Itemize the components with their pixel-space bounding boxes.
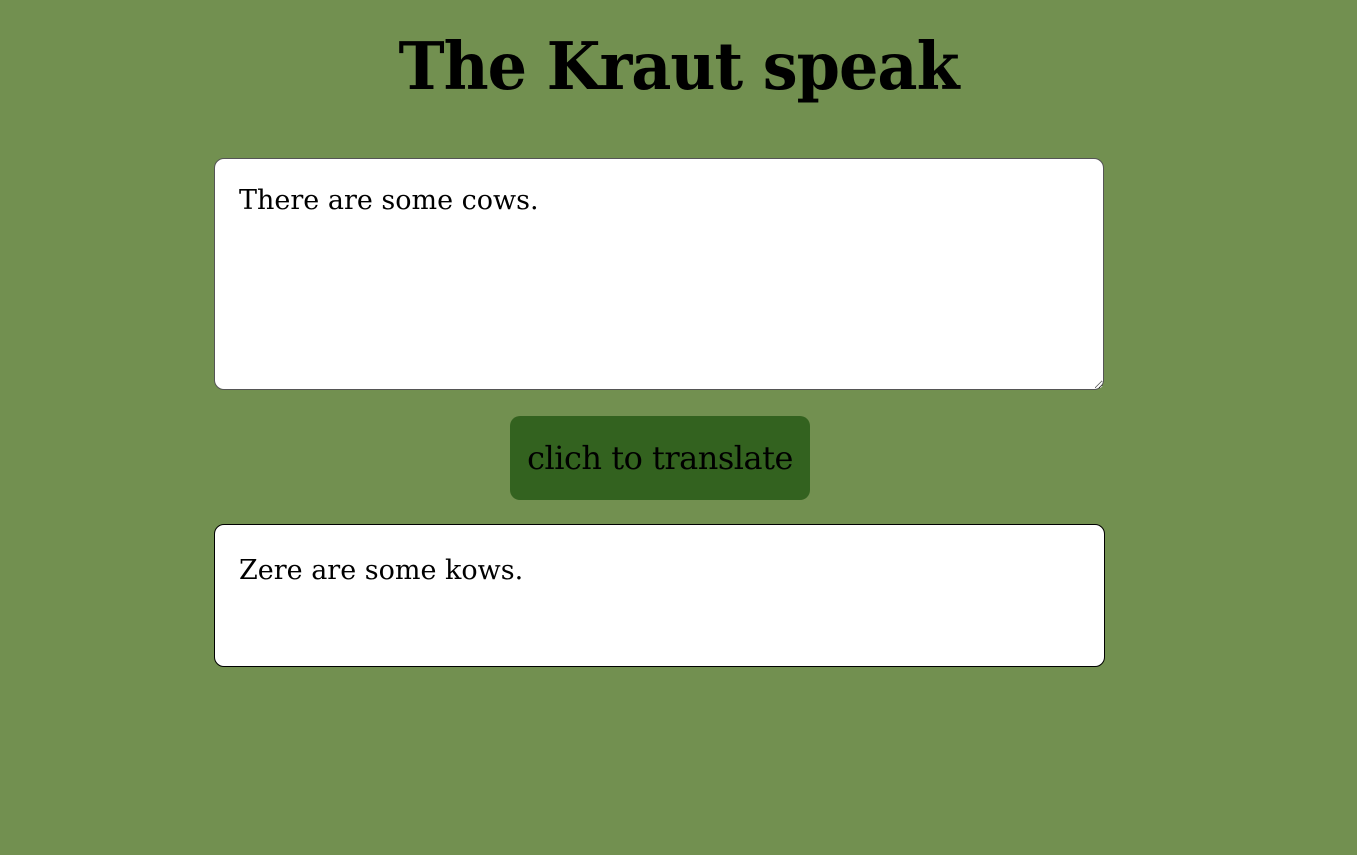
translate-button[interactable]: clich to translate bbox=[510, 416, 810, 500]
page-title: The Kraut speak bbox=[398, 28, 959, 105]
output-box: Zere are some kows. bbox=[214, 524, 1105, 667]
input-textarea[interactable]: There are some cows. bbox=[214, 158, 1104, 390]
